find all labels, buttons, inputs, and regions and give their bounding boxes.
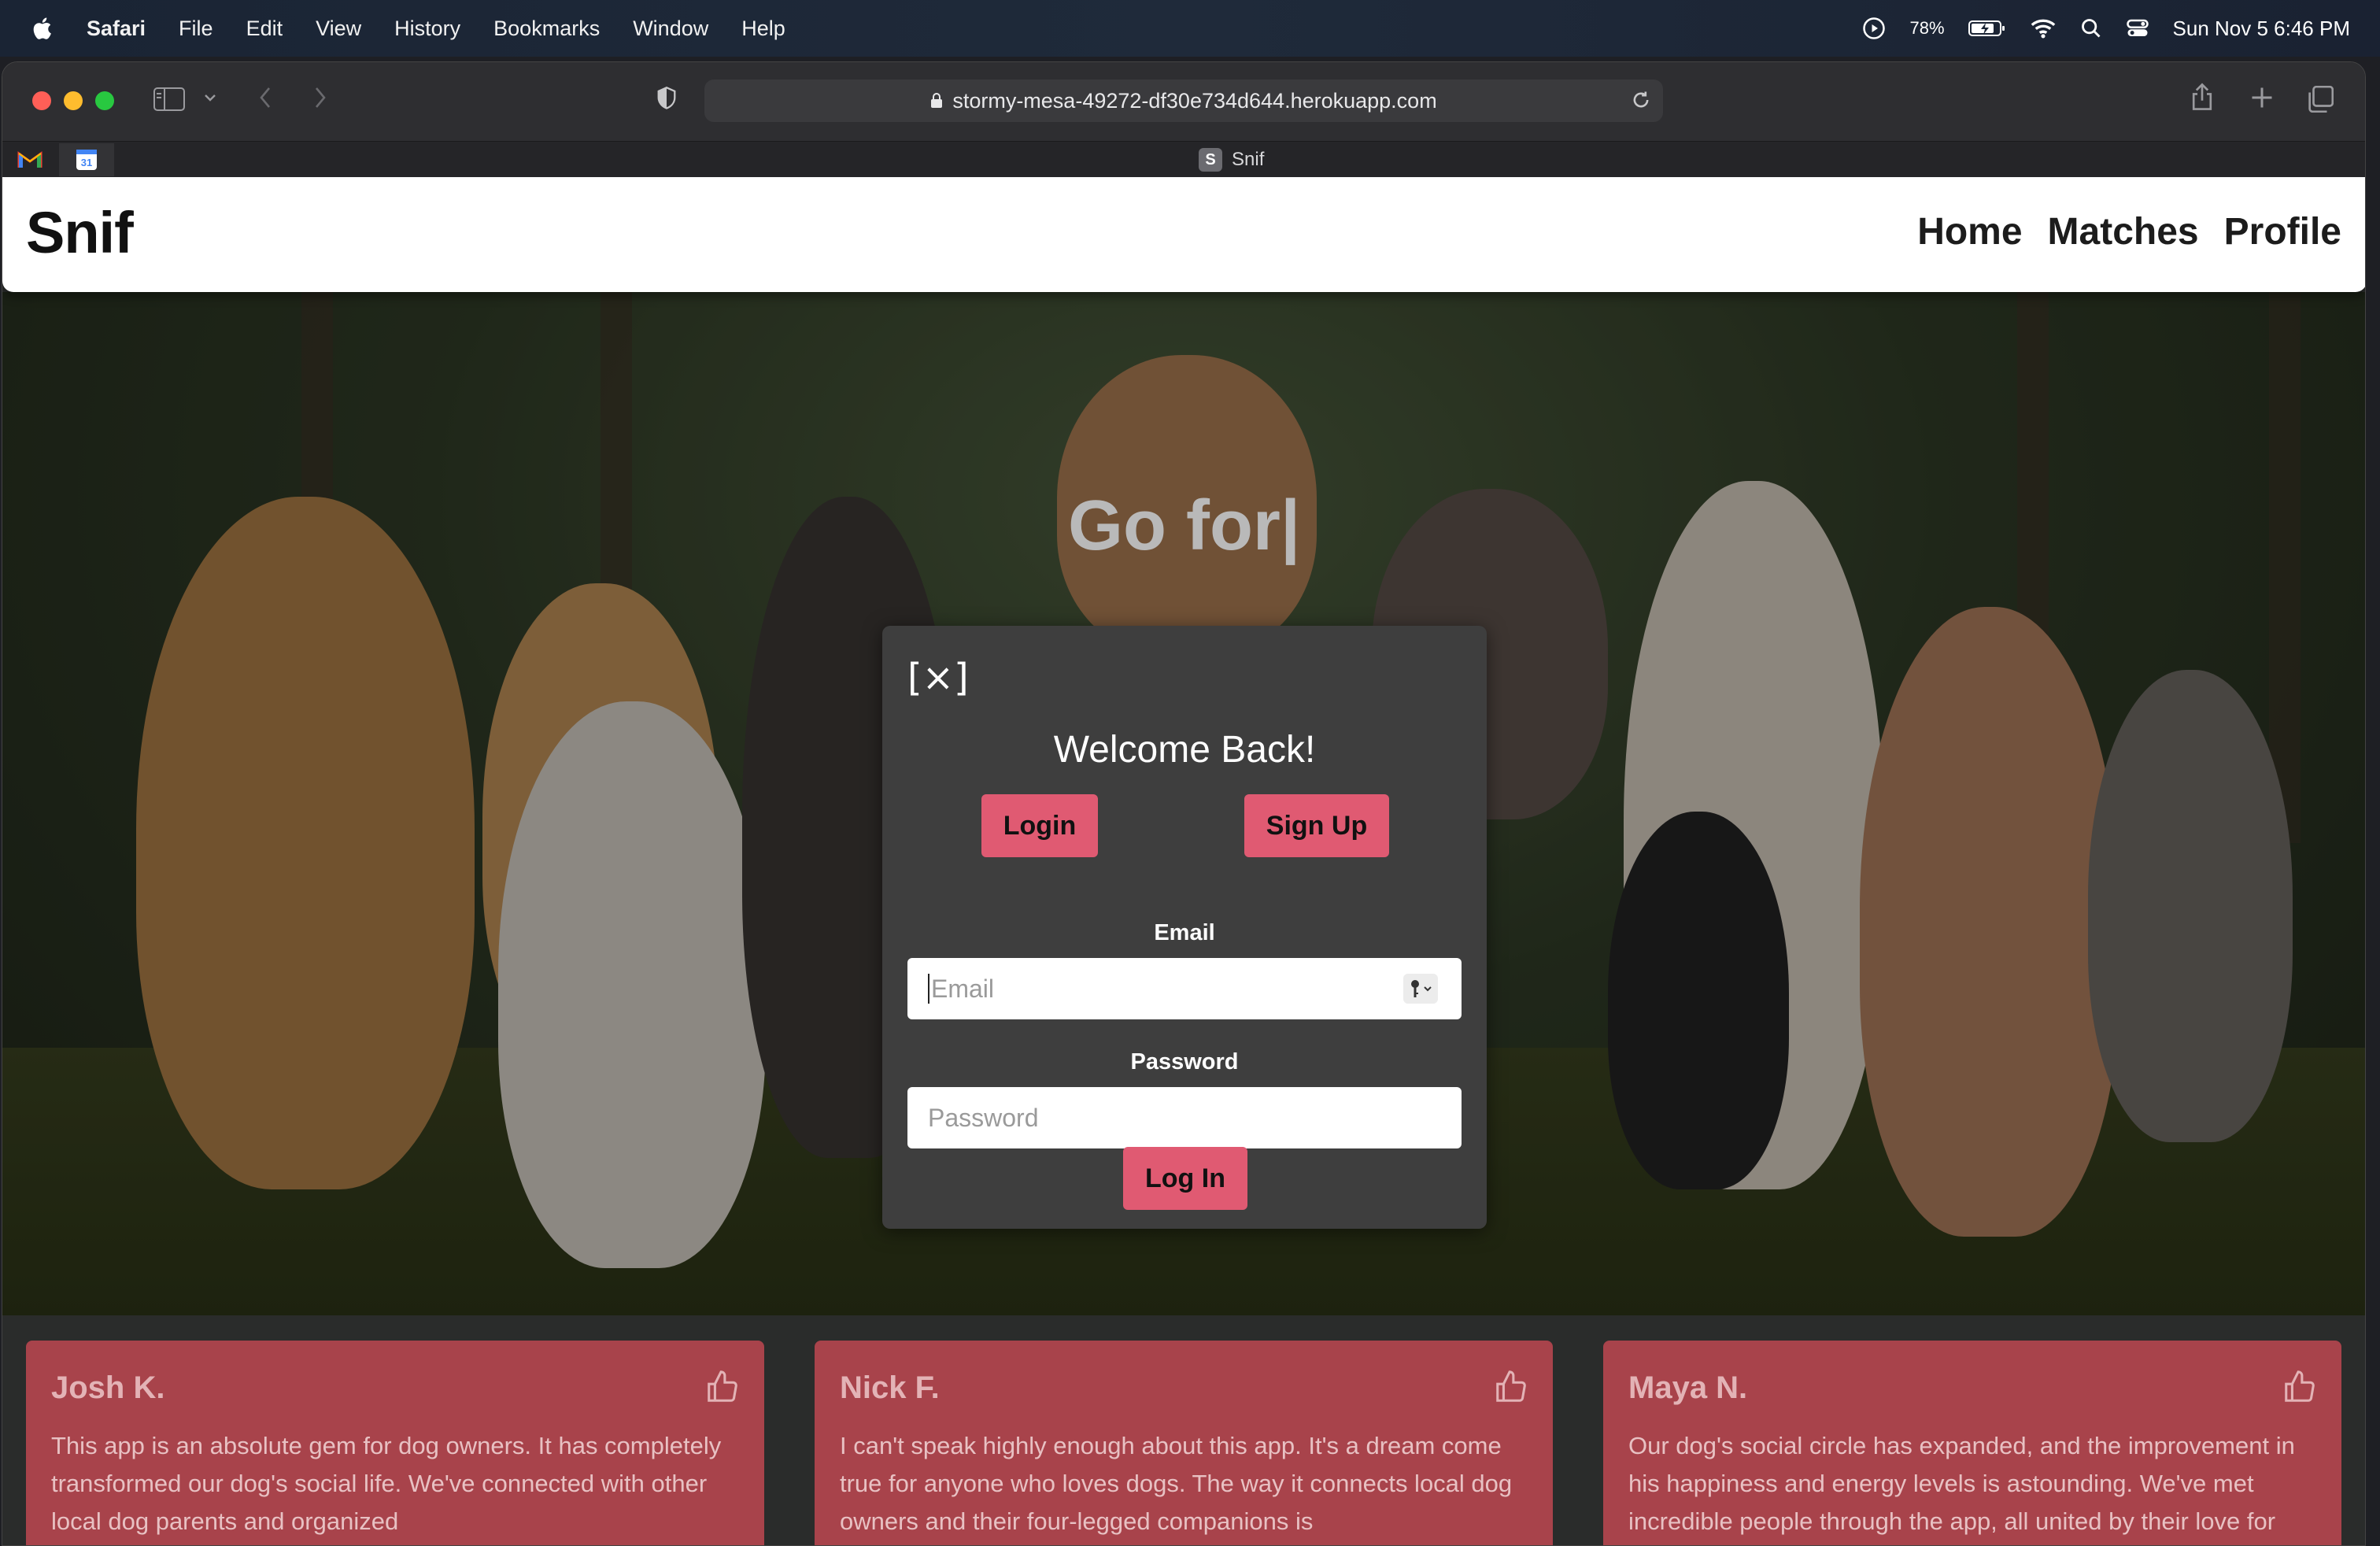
close-modal-button[interactable]: [×] — [907, 656, 969, 700]
testimonials-section: Josh K. This app is an absolute gem for … — [2, 1315, 2365, 1545]
macos-menu-bar: Safari File Edit View History Bookmarks … — [0, 0, 2380, 57]
nav-matches-link[interactable]: Matches — [2048, 210, 2199, 253]
testimonial-author: Josh K. — [51, 1370, 165, 1405]
nav-profile-link[interactable]: Profile — [2224, 210, 2341, 253]
site-brand-logo[interactable]: Snif — [26, 199, 134, 266]
testimonial-card: Maya N. Our dog's social circle has expa… — [1603, 1341, 2341, 1545]
menu-file[interactable]: File — [179, 17, 213, 41]
testimonial-card: Josh K. This app is an absolute gem for … — [26, 1341, 764, 1545]
calendar-icon: 31 — [76, 150, 97, 170]
lock-icon — [931, 93, 943, 108]
calendar-day: 31 — [81, 157, 92, 168]
thumbs-up-icon[interactable] — [704, 1369, 741, 1405]
now-playing-icon[interactable] — [1862, 17, 1886, 40]
url-text[interactable]: stormy-mesa-49272-df30e734d644.herokuapp… — [952, 89, 1436, 113]
testimonial-text: I can't speak highly enough about this a… — [840, 1432, 1513, 1535]
google-calendar-bookmark[interactable]: 31 — [59, 143, 114, 176]
tab-bar: 31 S Snif — [2, 141, 2365, 177]
testimonial-author: Nick F. — [840, 1370, 940, 1405]
apple-logo-icon[interactable] — [30, 15, 57, 42]
browser-toolbar: stormy-mesa-49272-df30e734d644.herokuapp… — [2, 62, 2365, 141]
thumbs-up-icon[interactable] — [1493, 1369, 1529, 1405]
testimonial-text: Our dog's social circle has expanded, an… — [1628, 1432, 2295, 1535]
tab-favicon: S — [1199, 148, 1222, 172]
address-bar[interactable]: stormy-mesa-49272-df30e734d644.herokuapp… — [704, 80, 1663, 122]
password-field[interactable]: Password — [907, 1087, 1462, 1148]
modal-title: Welcome Back! — [1053, 729, 1316, 771]
reload-icon[interactable] — [1630, 89, 1652, 111]
testimonial-card: Nick F. I can't speak highly enough abou… — [815, 1341, 1553, 1545]
new-tab-plus-icon[interactable] — [2250, 86, 2274, 109]
thumbs-up-icon[interactable] — [2282, 1369, 2318, 1405]
nav-home-link[interactable]: Home — [1917, 210, 2022, 253]
battery-percent: 78% — [1909, 18, 1945, 38]
active-tab[interactable]: S Snif — [1199, 148, 1264, 172]
log-in-submit-button[interactable]: Log In — [1123, 1147, 1247, 1210]
signup-tab-button[interactable]: Sign Up — [1244, 794, 1389, 857]
tab-overview-icon[interactable] — [2307, 86, 2334, 113]
menu-app-safari[interactable]: Safari — [87, 17, 146, 41]
battery-icon[interactable] — [1968, 19, 2006, 38]
password-placeholder: Password — [928, 1103, 1039, 1132]
menubar-clock[interactable]: Sun Nov 5 6:46 PM — [2173, 17, 2350, 41]
text-cursor — [928, 974, 929, 1004]
back-arrow-icon[interactable] — [259, 86, 272, 109]
site-navbar: Snif Home Matches Profile — [2, 177, 2365, 292]
login-modal: [×] Welcome Back! Login Sign Up Email Em… — [882, 626, 1487, 1229]
menu-bookmarks[interactable]: Bookmarks — [493, 17, 600, 41]
wifi-icon[interactable] — [2030, 15, 2057, 42]
close-window-button[interactable] — [32, 91, 51, 110]
control-center-icon[interactable] — [2126, 17, 2149, 40]
hero-typing-title: Go for| — [1068, 486, 1301, 565]
web-page: Snif Home Matches Profile Go for| [×] We… — [2, 177, 2365, 1545]
sidebar-toggle-icon[interactable] — [153, 87, 185, 111]
safari-window: stormy-mesa-49272-df30e734d644.herokuapp… — [2, 61, 2366, 1546]
menubar-status-area: 78% Sun Nov 5 6:46 PM — [1862, 0, 2350, 57]
password-autofill-key-icon[interactable] — [1403, 974, 1438, 1004]
tab-title-label: Snif — [1232, 149, 1265, 170]
gmail-icon — [17, 151, 42, 168]
zoom-window-button[interactable] — [95, 91, 114, 110]
chevron-down-icon[interactable] — [204, 94, 216, 102]
minimize-window-button[interactable] — [64, 91, 83, 110]
site-nav-links: Home Matches Profile — [1917, 210, 2341, 253]
menu-view[interactable]: View — [316, 17, 361, 41]
menu-history[interactable]: History — [394, 17, 460, 41]
privacy-shield-icon[interactable] — [656, 86, 678, 111]
menu-edit[interactable]: Edit — [246, 17, 283, 41]
email-field[interactable]: Email — [907, 958, 1462, 1019]
menu-help[interactable]: Help — [741, 17, 785, 41]
email-placeholder: Email — [931, 974, 995, 1003]
login-tab-button[interactable]: Login — [981, 794, 1098, 857]
spotlight-search-icon[interactable] — [2080, 17, 2102, 39]
password-label: Password — [1130, 1049, 1239, 1074]
testimonial-author: Maya N. — [1628, 1370, 1748, 1405]
menu-window[interactable]: Window — [633, 17, 708, 41]
gmail-bookmark[interactable] — [2, 143, 57, 176]
forward-arrow-icon[interactable] — [314, 86, 327, 109]
share-icon[interactable] — [2190, 83, 2214, 111]
email-label: Email — [1154, 920, 1215, 945]
testimonial-text: This app is an absolute gem for dog owne… — [51, 1432, 722, 1535]
